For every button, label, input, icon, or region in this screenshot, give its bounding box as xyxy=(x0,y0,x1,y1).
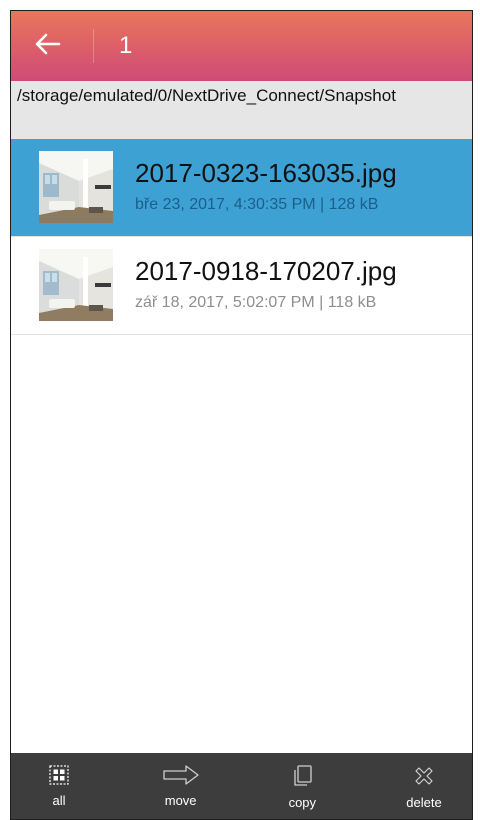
delete-x-icon xyxy=(413,753,435,792)
delete-button[interactable]: delete xyxy=(386,753,462,819)
path-breadcrumb: /storage/emulated/0/NextDrive_Connect/Sn… xyxy=(11,81,472,139)
move-button[interactable]: move xyxy=(143,753,219,819)
select-all-button[interactable]: all xyxy=(21,753,97,819)
select-all-label: all xyxy=(52,793,66,808)
app-frame: 1 /storage/emulated/0/NextDrive_Connect/… xyxy=(10,10,473,820)
delete-label: delete xyxy=(406,795,442,810)
file-details: zář 18, 2017, 5:02:07 PM | 118 kB xyxy=(135,294,377,311)
copy-button[interactable]: copy xyxy=(264,753,340,819)
grid-icon xyxy=(49,753,69,790)
file-name: 2017-0918-170207.jpg xyxy=(135,256,397,286)
move-label: move xyxy=(164,793,197,808)
arrow-right-icon xyxy=(162,753,200,790)
action-bar: 1 xyxy=(11,11,472,81)
file-thumbnail xyxy=(39,249,113,321)
selection-count: 1 xyxy=(119,32,133,59)
file-name: 2017-0323-163035.jpg xyxy=(135,158,397,188)
back-arrow-icon xyxy=(35,33,61,60)
file-details: bře 23, 2017, 4:30:35 PM | 128 kB xyxy=(135,196,379,213)
file-row[interactable]: 2017-0918-170207.jpg zář 18, 2017, 5:02:… xyxy=(11,237,472,335)
file-thumbnail xyxy=(39,151,113,223)
copy-icon xyxy=(291,753,313,792)
back-button[interactable] xyxy=(27,26,69,66)
bottom-toolbar: all move copy delete xyxy=(11,753,472,819)
file-list: 2017-0323-163035.jpg bře 23, 2017, 4:30:… xyxy=(11,139,472,335)
action-bar-divider xyxy=(93,29,94,63)
copy-label: copy xyxy=(288,795,317,810)
file-row[interactable]: 2017-0323-163035.jpg bře 23, 2017, 4:30:… xyxy=(11,139,472,237)
